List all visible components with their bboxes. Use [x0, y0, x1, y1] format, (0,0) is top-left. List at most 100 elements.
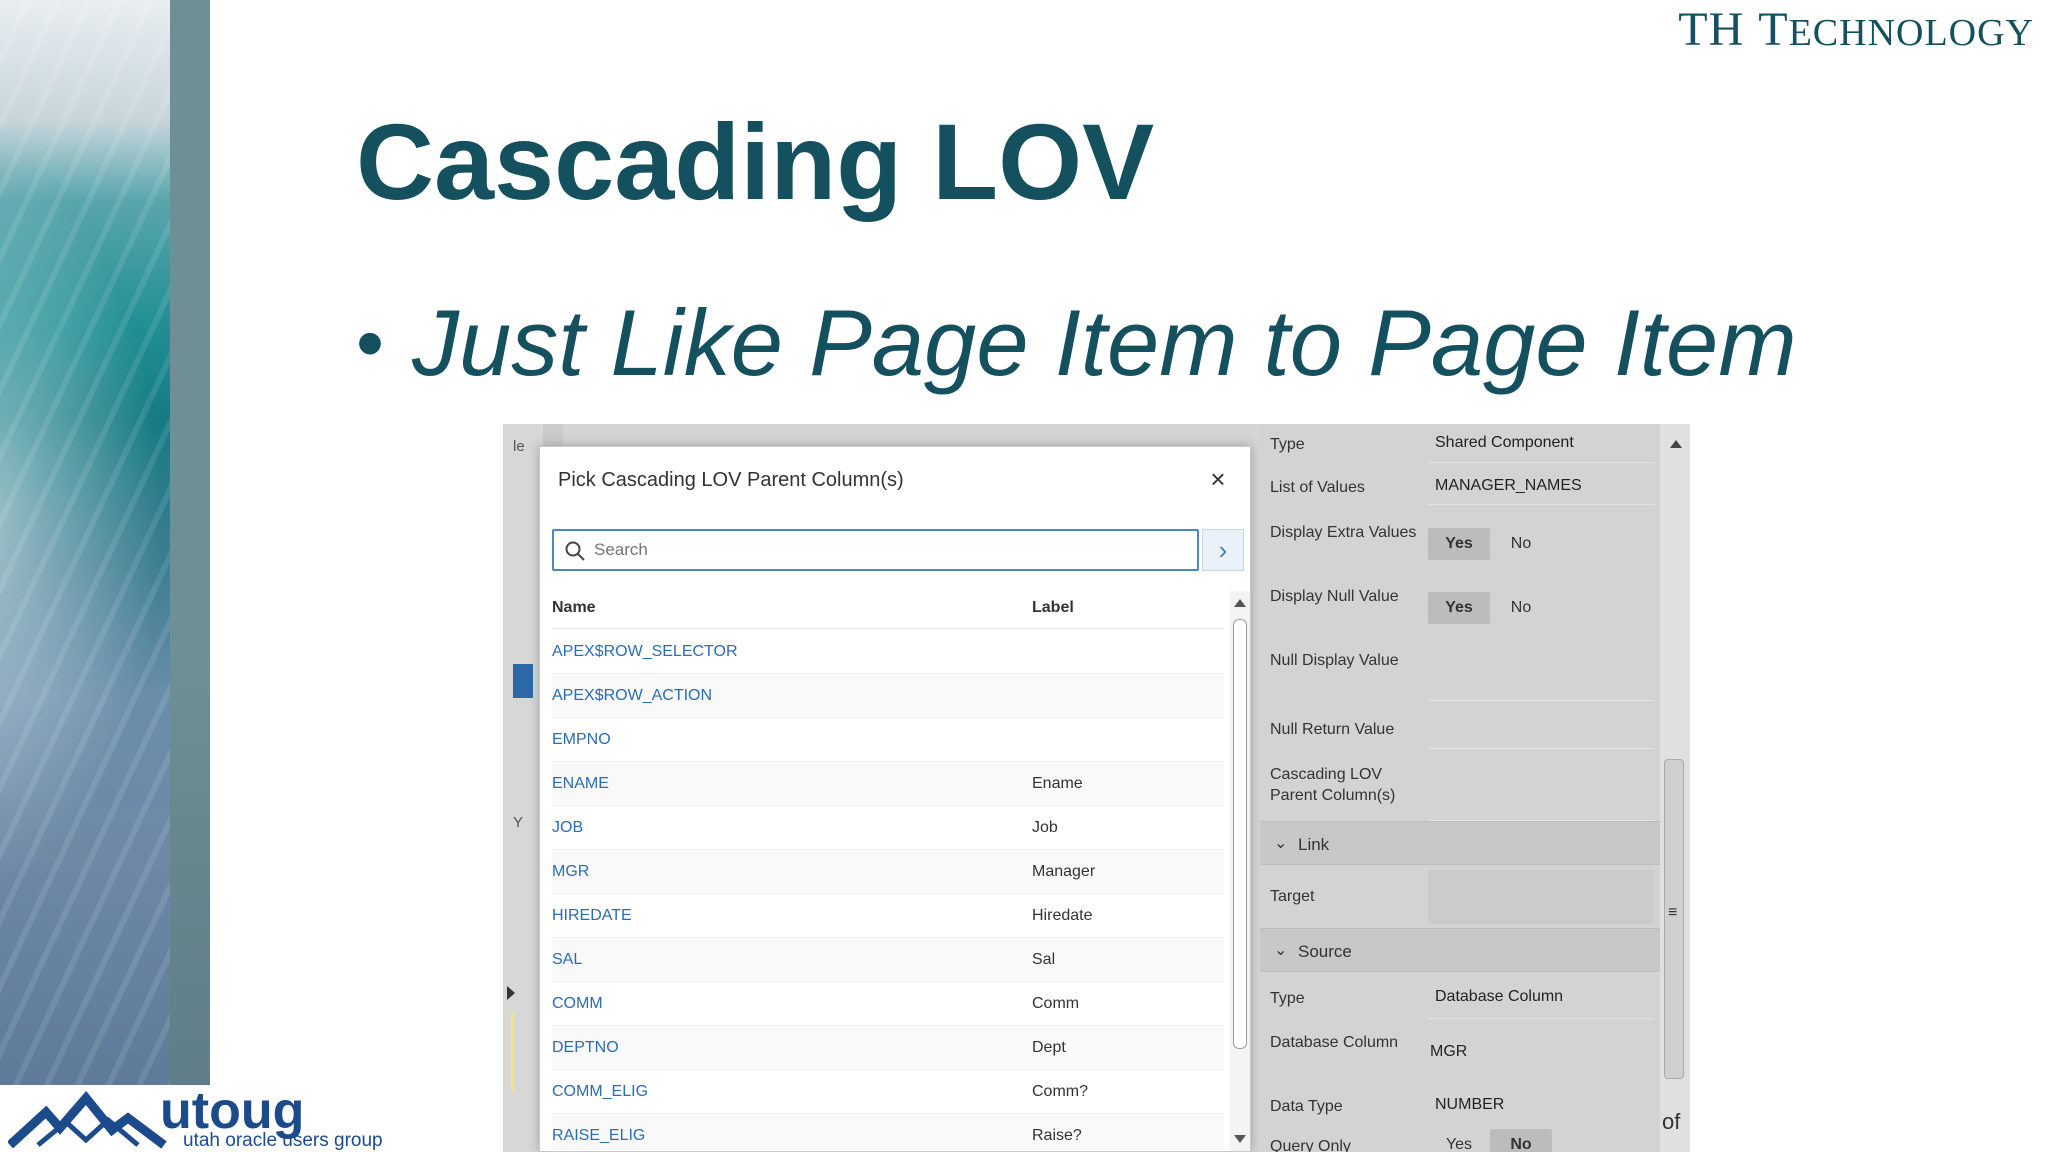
prop-display-extra-values: Display Extra Values Yes No — [1260, 510, 1660, 574]
row-name-link[interactable]: COMM — [552, 995, 603, 1013]
dialog-scrollbar[interactable] — [1230, 591, 1250, 1151]
slide-bullet: • Just Like Page Item to Page Item — [356, 285, 1797, 400]
expand-triangle-icon[interactable] — [507, 986, 515, 1000]
toggle-no[interactable]: No — [1490, 592, 1552, 624]
slide-title: Cascading LOV — [356, 101, 1155, 222]
bullet-text: Just Like Page Item to Page Item — [412, 290, 1797, 395]
target-link-field[interactable] — [1428, 870, 1653, 924]
table-row[interactable]: DEPTNO Dept — [552, 1026, 1224, 1070]
row-name-link[interactable]: HIREDATE — [552, 907, 632, 925]
scroll-down-icon[interactable] — [1234, 1135, 1246, 1143]
table-header: Name Label — [552, 587, 1224, 629]
section-link[interactable]: ⌄ Link — [1260, 821, 1660, 865]
clipped-text-fragment: of — [1662, 1109, 1681, 1134]
prop-database-column: Database Column MGR — [1260, 1022, 1660, 1084]
chevron-down-icon: ⌄ — [1274, 835, 1288, 852]
prop-label: Null Display Value — [1270, 652, 1399, 669]
row-name-link[interactable]: MGR — [552, 863, 589, 881]
apex-screenshot: le Y Pick Cascading LOV Parent Column(s)… — [503, 424, 1690, 1152]
prop-label: Database Column — [1270, 1034, 1399, 1051]
section-source[interactable]: ⌄ Source — [1260, 928, 1660, 972]
table-row[interactable]: HIREDATE Hiredate — [552, 894, 1224, 938]
prop-label: Display Extra Values — [1270, 524, 1417, 541]
toggle-yes[interactable]: Yes — [1428, 528, 1490, 560]
page-designer-left-pane: le Y — [503, 424, 543, 1152]
toggle-no[interactable]: No — [1490, 1129, 1552, 1152]
table-row[interactable]: COMM_ELIG Comm? — [552, 1070, 1224, 1114]
brand-word-first: T — [1758, 3, 1789, 56]
prop-label: Cascading LOV Parent Column(s) — [1270, 766, 1396, 804]
row-label: Sal — [1032, 951, 1056, 968]
row-label: Comm — [1032, 995, 1080, 1012]
toggle-no[interactable]: No — [1490, 528, 1552, 560]
brand-initials: TH — [1678, 3, 1745, 56]
table-row[interactable]: ENAME Ename — [552, 762, 1224, 806]
prop-label: List of Values — [1270, 479, 1365, 496]
column-header-name[interactable]: Name — [552, 599, 596, 617]
table-row[interactable]: COMM Comm — [552, 982, 1224, 1026]
search-box — [552, 529, 1199, 571]
row-label: Comm? — [1032, 1083, 1089, 1100]
column-header-label[interactable]: Label — [1032, 599, 1074, 617]
prop-query-only: Query Only Yes No — [1260, 1127, 1660, 1152]
prop-label: Null Return Value — [1270, 721, 1395, 738]
prop-value[interactable]: Shared Component — [1435, 434, 1574, 452]
table-row[interactable]: MGR Manager — [552, 850, 1224, 894]
yes-no-toggle: Yes No — [1428, 1129, 1552, 1152]
scroll-up-icon[interactable] — [1234, 599, 1246, 607]
row-name-link[interactable]: EMPNO — [552, 731, 611, 749]
dialog-title: Pick Cascading LOV Parent Column(s) — [558, 469, 904, 491]
decorative-band — [170, 0, 210, 1085]
table-row[interactable]: SAL Sal — [552, 938, 1224, 982]
prop-target: Target — [1260, 866, 1660, 928]
row-label: Hiredate — [1032, 907, 1093, 924]
prop-label: Data Type — [1270, 1098, 1343, 1115]
row-name-link[interactable]: DEPTNO — [552, 1039, 619, 1057]
scroll-up-icon[interactable] — [1670, 440, 1682, 448]
prop-cascading-lov-parent: Cascading LOV Parent Column(s) — [1260, 750, 1660, 824]
row-name-link[interactable]: RAISE_ELIG — [552, 1127, 645, 1145]
prop-value[interactable]: MGR — [1430, 1043, 1467, 1061]
section-title: Link — [1298, 835, 1330, 854]
row-label: Manager — [1032, 863, 1096, 880]
left-pane-text-top: le — [513, 438, 525, 455]
prop-value[interactable]: NUMBER — [1435, 1096, 1504, 1114]
row-name-link[interactable]: APEX$ROW_SELECTOR — [552, 643, 738, 661]
chevron-right-icon[interactable]: › — [1202, 529, 1244, 571]
prop-value[interactable]: MANAGER_NAMES — [1435, 477, 1582, 495]
table-row[interactable]: APEX$ROW_SELECTOR — [552, 630, 1224, 674]
prop-source-type: Type Database Column — [1260, 972, 1660, 1022]
brand-word-rest: ECHNOLOGY — [1788, 12, 2034, 54]
property-editor: Type Shared Component List of Values MAN… — [1260, 424, 1660, 1152]
row-label: Raise? — [1032, 1127, 1082, 1144]
utoug-logo: utoug utah oracle users group — [0, 1085, 390, 1152]
prop-label: Type — [1270, 990, 1305, 1007]
toggle-yes[interactable]: Yes — [1428, 592, 1490, 624]
row-name-link[interactable]: SAL — [552, 951, 582, 969]
prop-null-display-value: Null Display Value — [1260, 638, 1660, 704]
row-label: Dept — [1032, 1039, 1066, 1056]
property-editor-scrollbar[interactable]: ≡ of — [1660, 424, 1690, 1152]
table-row[interactable]: EMPNO — [552, 718, 1224, 762]
close-icon[interactable]: × — [1204, 465, 1232, 493]
search-icon — [565, 541, 585, 561]
table-row[interactable]: JOB Job — [552, 806, 1224, 850]
toggle-yes[interactable]: Yes — [1428, 1129, 1490, 1152]
row-name-link[interactable]: JOB — [552, 819, 583, 837]
table-row[interactable]: RAISE_ELIG Raise? — [552, 1114, 1224, 1150]
row-name-link[interactable]: APEX$ROW_ACTION — [552, 687, 712, 705]
prop-data-type: Data Type NUMBER — [1260, 1084, 1660, 1130]
prop-type: Type Shared Component — [1260, 424, 1660, 464]
prop-value[interactable]: Database Column — [1435, 988, 1563, 1006]
scrollbar-thumb[interactable] — [1233, 619, 1247, 1049]
prop-display-null-value: Display Null Value Yes No — [1260, 574, 1660, 638]
yes-no-toggle: Yes No — [1428, 592, 1552, 624]
search-input[interactable] — [594, 537, 1189, 563]
chevron-down-icon: ⌄ — [1274, 942, 1288, 959]
row-label: Ename — [1032, 775, 1083, 792]
highlight-line — [511, 1012, 514, 1092]
row-name-link[interactable]: COMM_ELIG — [552, 1083, 648, 1101]
row-name-link[interactable]: ENAME — [552, 775, 609, 793]
ocean-wave-image — [0, 0, 170, 1085]
table-row[interactable]: APEX$ROW_ACTION — [552, 674, 1224, 718]
